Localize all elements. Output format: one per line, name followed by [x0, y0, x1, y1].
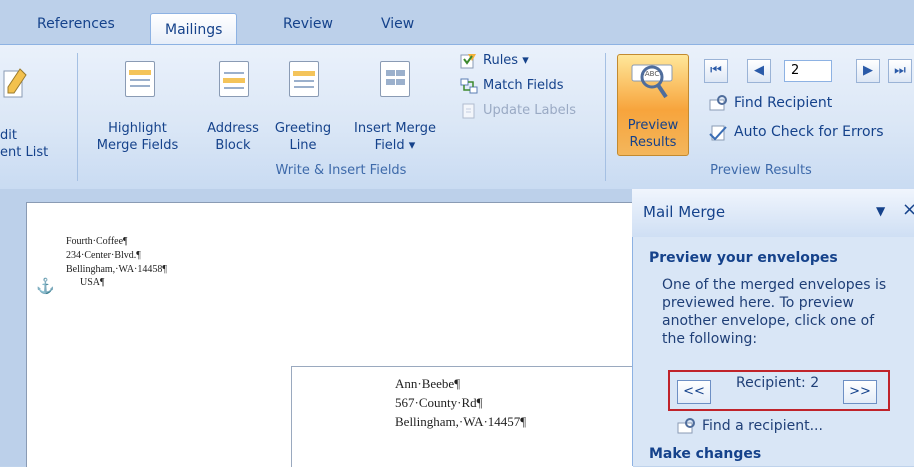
- find-recipient-link-label: Find a recipient...: [702, 418, 823, 434]
- return-address-line: 234·Center·Blvd.¶: [66, 250, 141, 261]
- group-separator: [77, 53, 78, 181]
- tab-mailings[interactable]: Mailings: [150, 13, 238, 44]
- find-recipient-label: Find Recipient: [734, 95, 833, 111]
- find-recipient-link-icon: [677, 418, 695, 434]
- highlight-fields-icon: [125, 61, 155, 97]
- next-recipient-button[interactable]: >>: [843, 380, 877, 404]
- group-separator: [605, 53, 606, 181]
- greeting-line-icon: [289, 61, 319, 97]
- last-record-icon: ⏭: [894, 63, 906, 78]
- rules-icon: [460, 54, 476, 69]
- insert-merge-field-icon: [380, 61, 410, 97]
- recipient-address-line: Ann·Beebe¶: [395, 376, 461, 391]
- preview-label-1: Preview: [627, 118, 679, 133]
- pane-heading: Preview your envelopes: [649, 250, 838, 266]
- previous-record-icon: ◀: [754, 63, 764, 78]
- insert-merge-label-2: Field ▾: [374, 138, 416, 153]
- next-record-button[interactable]: ▶: [856, 59, 880, 83]
- update-labels-icon: [462, 103, 475, 119]
- task-pane-menu-icon[interactable]: ▼: [876, 204, 885, 218]
- insert-merge-label-1: Insert Merge: [354, 121, 436, 136]
- task-pane-close-icon[interactable]: ×: [902, 199, 914, 220]
- auto-check-label: Auto Check for Errors: [734, 124, 884, 140]
- preview-results-group-label: Preview Results: [710, 163, 812, 178]
- pane-description-line: previewed here. To preview: [662, 295, 854, 311]
- pane-description-line: One of the merged envelopes is: [662, 277, 887, 293]
- magnifier-icon: «ABC»: [631, 64, 673, 99]
- ribbon: dit ent List Highlight Merge Fields Addr…: [0, 44, 914, 190]
- pencil-icon: [3, 68, 27, 98]
- highlight-label-2: Merge Fields: [96, 138, 179, 153]
- pane-description-line: another envelope, click one of: [662, 313, 875, 329]
- address-block-icon: [219, 61, 249, 97]
- record-number-input[interactable]: 2: [784, 60, 832, 82]
- return-address-line: USA¶: [80, 277, 105, 288]
- address-label-1: Address: [207, 121, 259, 136]
- auto-check-icon: [709, 125, 727, 141]
- pane-description-line: the following:: [662, 331, 758, 347]
- preview-label-2: Results: [629, 135, 677, 150]
- greeting-label-1: Greeting: [274, 121, 332, 136]
- preview-results-button[interactable]: «ABC» Preview Results: [617, 54, 689, 156]
- update-labels-label: Update Labels: [483, 103, 577, 118]
- match-fields-icon: [460, 78, 478, 94]
- find-recipient-icon: [709, 95, 727, 111]
- return-address-line: Bellingham,·WA·14458¶: [66, 264, 167, 275]
- previous-recipient-button[interactable]: <<: [677, 380, 711, 404]
- task-pane-title: Mail Merge: [643, 203, 726, 221]
- edit-list-label-1: dit: [0, 128, 17, 143]
- recipient-indicator: Recipient: 2: [736, 375, 820, 391]
- edit-list-label-2: ent List: [0, 145, 49, 160]
- recipient-address-line: 567·County·Rd¶: [395, 395, 483, 410]
- tab-review[interactable]: Review: [283, 16, 333, 32]
- address-label-2: Block: [215, 138, 251, 153]
- greeting-label-2: Line: [289, 138, 317, 153]
- anchor-icon: ⚓: [36, 279, 55, 295]
- previous-record-button[interactable]: ◀: [747, 59, 771, 83]
- last-record-button[interactable]: ⏭: [888, 59, 912, 83]
- ribbon-tab-bar: References Mailings Review View: [0, 0, 914, 44]
- first-record-button[interactable]: ⏮: [704, 59, 728, 83]
- first-record-icon: ⏮: [710, 63, 722, 78]
- tab-view[interactable]: View: [381, 16, 414, 32]
- highlight-label-1: Highlight: [108, 121, 167, 136]
- return-address-line: Fourth·Coffee¶: [66, 236, 128, 247]
- make-changes-heading: Make changes: [649, 446, 762, 462]
- match-fields-label: Match Fields: [483, 78, 564, 93]
- recipient-address-line: Bellingham,·WA·14457¶: [395, 414, 527, 429]
- tab-references[interactable]: References: [37, 16, 115, 32]
- rules-label: Rules ▾: [483, 53, 529, 68]
- next-record-icon: ▶: [863, 63, 873, 78]
- write-insert-group-label: Write & Insert Fields: [275, 163, 407, 178]
